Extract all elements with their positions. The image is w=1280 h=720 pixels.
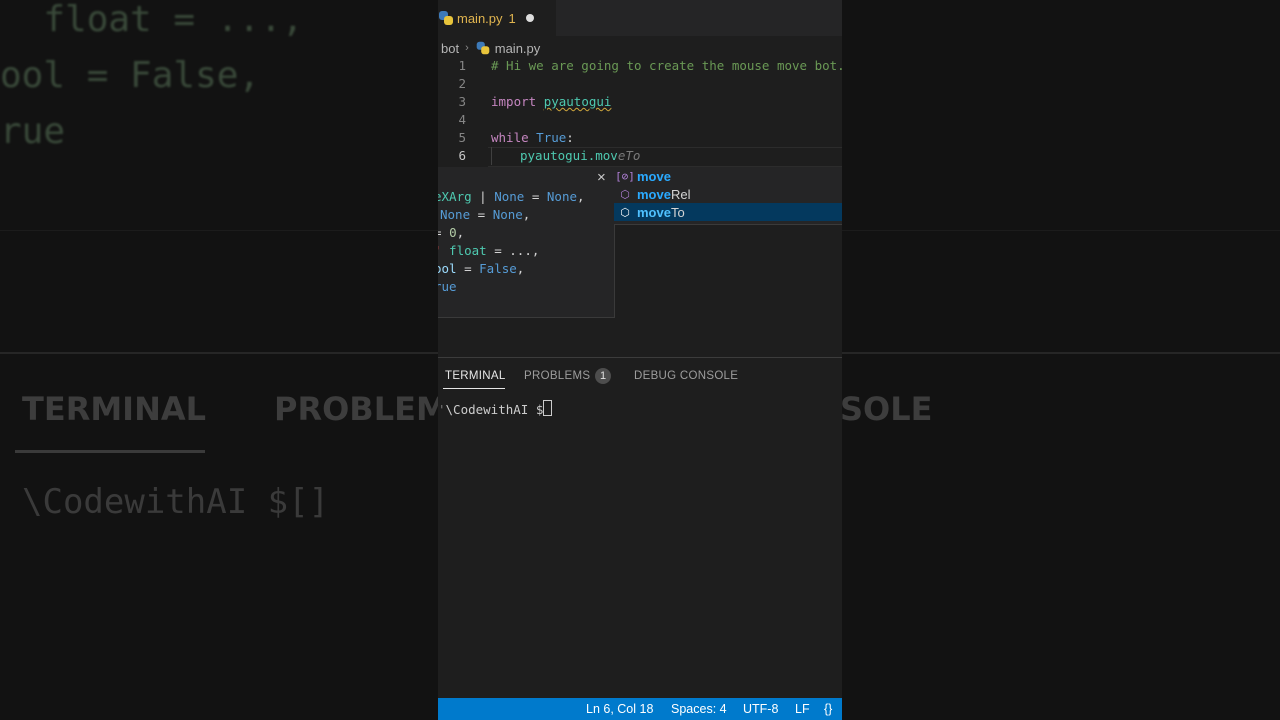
- pyautogui-module: pyautogui: [543, 94, 612, 109]
- code-line-5[interactable]: while True:: [491, 130, 574, 145]
- chevron-right-icon: ›: [465, 42, 469, 54]
- tab-main-py[interactable]: main.py 1: [438, 0, 556, 36]
- background-divider: [0, 230, 438, 231]
- method-icon: ⬡: [620, 187, 630, 201]
- autocomplete-popup: [⊘] move ⬡ move Rel ⬡ move To: [614, 167, 842, 225]
- breadcrumb-file[interactable]: main.py: [495, 41, 541, 56]
- hint-line: eXArg | None = None,: [438, 189, 585, 204]
- hint-line: = 0,: [438, 225, 465, 240]
- tab-label: main.py: [457, 10, 503, 26]
- tab-problems[interactable]: PROBLEMS: [524, 370, 590, 382]
- breadcrumb-folder[interactable]: bot: [441, 41, 459, 56]
- language-mode-icon[interactable]: {}: [824, 702, 832, 716]
- editor-window: main.py 1 bot › main.py 1 2 3 4 5 6 # Hi…: [438, 0, 842, 720]
- parameter-hint-popup: × eXArg | None = None, None = None, = 0,…: [438, 167, 615, 318]
- line-number: 3: [458, 94, 466, 109]
- indent-guide: [491, 147, 518, 165]
- hint-line: rue: [438, 279, 457, 294]
- problems-count-badge: 1: [595, 368, 611, 384]
- line-number: 1: [458, 58, 466, 73]
- background-tab-underline: [15, 450, 205, 453]
- background-panel-divider: [842, 352, 1280, 354]
- terminal-cursor: [543, 400, 553, 416]
- background-right: SOLE: [842, 0, 1280, 720]
- tab-bar: main.py 1: [438, 0, 842, 36]
- tab-problem-count: 1: [508, 10, 516, 26]
- bottom-panel: TERMINAL PROBLEMS 1 DEBUG CONSOLE '\Code…: [438, 357, 842, 699]
- suggestion-moveto[interactable]: ⬡ move To: [614, 203, 842, 221]
- tab-debug-console[interactable]: DEBUG CONSOLE: [634, 370, 738, 382]
- line-number: 2: [458, 76, 466, 91]
- background-divider: [842, 230, 1280, 231]
- close-icon[interactable]: ×: [597, 169, 606, 186]
- hint-line: ool = False,: [438, 261, 525, 276]
- background-panel-divider: [0, 352, 438, 354]
- background-terminal-text: \CodewithAI $[]: [22, 482, 330, 522]
- code-line-1[interactable]: # Hi we are going to create the mouse mo…: [491, 58, 842, 73]
- breadcrumb: bot › main.py: [441, 38, 540, 58]
- suggestion-moverel[interactable]: ⬡ move Rel: [614, 185, 842, 203]
- code-line-3[interactable]: import pyautogui: [491, 94, 611, 109]
- python-file-icon: [476, 41, 490, 55]
- background-code: float = ..., ool = False, rue: [0, 0, 304, 152]
- method-icon: ⬡: [620, 205, 630, 219]
- background-problems-tab: PROBLEM: [274, 390, 438, 428]
- encoding-setting[interactable]: UTF-8: [743, 702, 778, 716]
- tab-terminal[interactable]: TERMINAL: [445, 370, 506, 382]
- indentation-setting[interactable]: Spaces: 4: [671, 702, 727, 716]
- status-bar: Ln 6, Col 18 Spaces: 4 UTF-8 LF {}: [438, 698, 842, 720]
- hint-line: ' float = ...,: [438, 243, 540, 258]
- active-tab-underline: [443, 388, 505, 389]
- inline-suggestion: eTo: [617, 148, 641, 163]
- suggestion-move[interactable]: [⊘] move: [614, 167, 842, 185]
- line-number: 4: [458, 112, 466, 127]
- hint-line: None = None,: [440, 207, 531, 222]
- variable-icon: [⊘]: [615, 169, 635, 183]
- line-number-active: 6: [458, 148, 466, 163]
- background-terminal-tab: TERMINAL: [22, 390, 207, 428]
- background-left: float = ..., ool = False, rue TERMINAL P…: [0, 0, 438, 720]
- code-line-6[interactable]: pyautogui.moveTo: [520, 148, 640, 163]
- unsaved-dot-icon[interactable]: [525, 14, 534, 22]
- background-console-tab: SOLE: [842, 390, 933, 428]
- cursor-position[interactable]: Ln 6, Col 18: [586, 702, 653, 716]
- line-number: 5: [458, 130, 466, 145]
- terminal-prompt[interactable]: '\CodewithAI $: [438, 400, 553, 417]
- python-file-icon: [439, 11, 453, 25]
- line-ending-setting[interactable]: LF: [795, 702, 810, 716]
